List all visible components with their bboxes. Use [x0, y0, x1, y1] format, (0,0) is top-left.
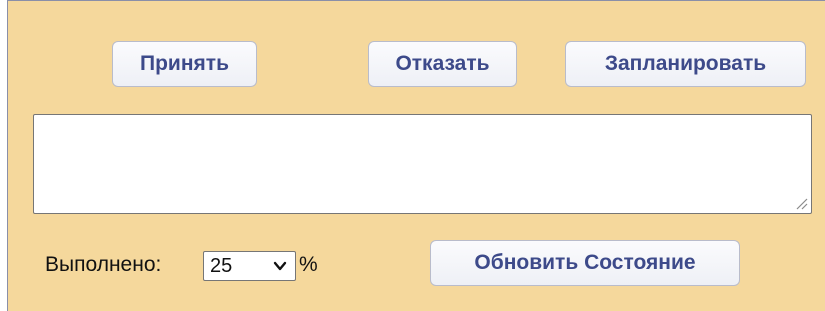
progress-select[interactable]: 25 — [203, 251, 296, 281]
update-status-button[interactable]: Обновить Состояние — [430, 240, 740, 286]
progress-selected-value: 25 — [210, 255, 233, 277]
task-panel: Принять Отказать Запланировать Выполнено… — [7, 0, 825, 311]
accept-button[interactable]: Принять — [112, 41, 257, 87]
progress-label: Выполнено: — [45, 253, 162, 276]
plan-button[interactable]: Запланировать — [565, 41, 806, 87]
comment-textarea[interactable] — [33, 114, 812, 214]
decline-button[interactable]: Отказать — [368, 41, 517, 87]
chevron-down-icon — [273, 261, 287, 271]
percent-sign: % — [299, 253, 318, 276]
